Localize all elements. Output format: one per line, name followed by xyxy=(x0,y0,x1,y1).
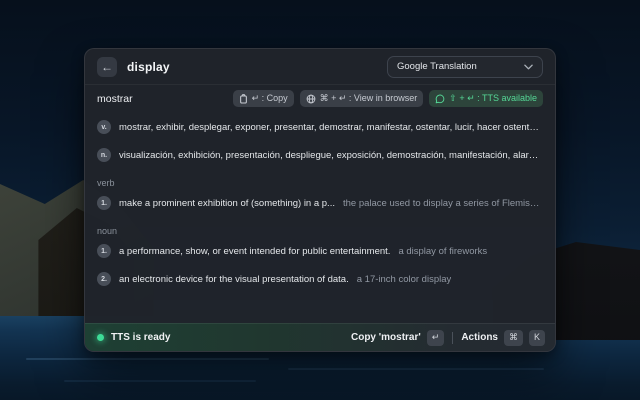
cmd-key-badge: ⌘ xyxy=(504,330,523,346)
definition-text: an electronic device for the visual pres… xyxy=(119,274,349,285)
tts-available-label: ⇧ + ↵ : TTS available xyxy=(449,93,537,104)
clipboard-icon xyxy=(239,94,248,104)
primary-action-label[interactable]: Copy 'mostrar' xyxy=(351,332,421,343)
definition-row[interactable]: 2. an electronic device for the visual p… xyxy=(85,265,555,293)
translation-text: visualización, exhibición, presentación,… xyxy=(119,150,543,161)
tts-available-badge: ⇧ + ↵ : TTS available xyxy=(429,90,543,107)
translation-window: ← display Google Translation mostrar ↵ :… xyxy=(84,48,556,352)
speech-bubble-icon xyxy=(435,94,445,104)
definition-example: a 17-inch color display xyxy=(357,274,452,285)
k-key-badge: K xyxy=(529,330,545,346)
tts-status-icon xyxy=(97,334,104,341)
provider-dropdown[interactable]: Google Translation xyxy=(387,56,543,78)
back-button[interactable]: ← xyxy=(97,57,117,77)
view-in-browser-hint-label: ⌘ + ↵ : View in browser xyxy=(320,93,418,104)
translation-text: mostrar, exhibir, desplegar, exponer, pr… xyxy=(119,122,543,133)
query-text: mostrar xyxy=(97,93,227,105)
chevron-down-icon xyxy=(524,64,533,70)
footer-divider xyxy=(452,332,453,344)
translation-row-verb[interactable]: v. mostrar, exhibir, desplegar, exponer,… xyxy=(85,113,555,141)
section-label-noun: noun xyxy=(85,217,555,237)
provider-dropdown-label: Google Translation xyxy=(397,61,477,72)
definition-number-badge: 1. xyxy=(97,244,111,258)
definition-text: make a prominent exhibition of (somethin… xyxy=(119,198,335,209)
window-header: ← display Google Translation xyxy=(85,49,555,85)
back-arrow-icon: ← xyxy=(101,61,113,73)
definition-row[interactable]: 1. a performance, show, or event intende… xyxy=(85,237,555,265)
footer-actions: Copy 'mostrar' ↵ Actions ⌘ K xyxy=(351,330,545,346)
definition-row[interactable]: 1. make a prominent exhibition of (somet… xyxy=(85,189,555,217)
pos-badge-noun: n. xyxy=(97,148,111,162)
enter-key-badge: ↵ xyxy=(427,330,445,346)
pos-badge-verb: v. xyxy=(97,120,111,134)
wallpaper-water-streak xyxy=(288,368,544,370)
definition-example: a display of fireworks xyxy=(398,246,487,257)
copy-hint-badge: ↵ : Copy xyxy=(233,90,294,107)
status-bar: TTS is ready Copy 'mostrar' ↵ Actions ⌘ … xyxy=(85,323,555,351)
definition-example: the palace used to display a series of F… xyxy=(343,198,543,209)
globe-icon xyxy=(306,94,316,104)
translation-row-noun[interactable]: n. visualización, exhibición, presentaci… xyxy=(85,141,555,169)
tts-status-text: TTS is ready xyxy=(111,332,170,343)
page-title: display xyxy=(127,60,377,74)
view-in-browser-hint-badge: ⌘ + ↵ : View in browser xyxy=(300,90,424,107)
query-row[interactable]: mostrar ↵ : Copy ⌘ + ↵ : View in browser… xyxy=(85,85,555,113)
definition-text: a performance, show, or event intended f… xyxy=(119,246,390,257)
results-list: v. mostrar, exhibir, desplegar, exponer,… xyxy=(85,113,555,293)
copy-hint-label: ↵ : Copy xyxy=(252,93,288,104)
definition-number-badge: 1. xyxy=(97,196,111,210)
section-label-verb: verb xyxy=(85,169,555,189)
wallpaper-water-streak xyxy=(64,380,256,382)
wallpaper-water-streak xyxy=(26,358,269,360)
actions-menu-label[interactable]: Actions xyxy=(461,332,498,343)
definition-number-badge: 2. xyxy=(97,272,111,286)
